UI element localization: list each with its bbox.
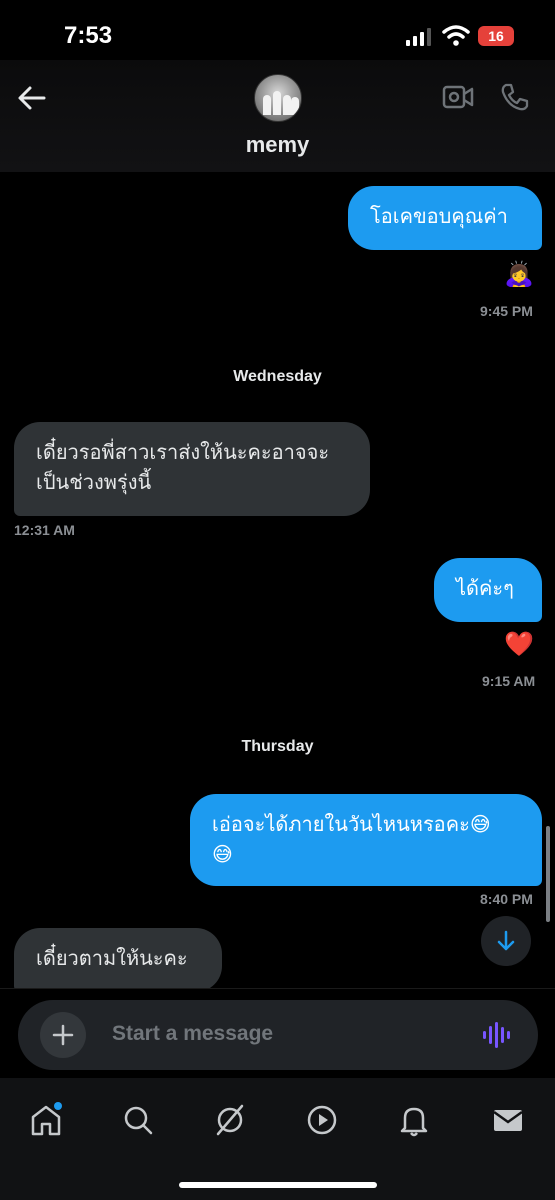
grok-icon — [216, 1104, 244, 1136]
scroll-to-bottom-button[interactable] — [481, 916, 531, 966]
incoming-message[interactable]: เดี๋ยวตามให้นะคะ — [14, 928, 222, 992]
back-arrow-icon[interactable] — [14, 80, 50, 116]
video-play-icon — [307, 1105, 337, 1135]
plus-icon — [52, 1024, 74, 1046]
bell-icon — [400, 1107, 428, 1137]
outgoing-message[interactable]: โอเคขอบคุณค่า — [348, 186, 542, 250]
message-timestamp: 9:45 PM — [480, 303, 533, 319]
tab-messages[interactable] — [488, 1100, 528, 1140]
home-icon — [31, 1102, 62, 1136]
status-time: 7:53 — [64, 22, 113, 49]
phone-call-icon[interactable] — [500, 82, 530, 112]
home-indicator[interactable] — [179, 1182, 377, 1188]
tab-search[interactable] — [118, 1100, 158, 1140]
message-timestamp: 12:31 AM — [14, 522, 75, 538]
message-input[interactable]: Start a message — [112, 1022, 273, 1046]
outgoing-message[interactable]: ได้ค่ะๆ — [434, 558, 542, 622]
message-composer[interactable]: Start a message — [18, 1000, 538, 1070]
tab-home[interactable] — [26, 1100, 66, 1140]
contact-avatar[interactable] — [254, 74, 302, 122]
search-icon — [124, 1106, 153, 1135]
outgoing-message[interactable]: เอ่อจะได้ภายในวันไหนหรอคะ😅 😅 — [190, 794, 542, 886]
tab-notifications[interactable] — [394, 1100, 434, 1140]
day-separator: Wednesday — [233, 368, 322, 385]
add-media-button[interactable] — [40, 1012, 86, 1058]
incoming-message[interactable]: เดี๋ยวรอพี่สาวเราส่งให้นะคะอาจจะ เป็นช่ว… — [14, 422, 370, 516]
contact-name[interactable]: memy — [0, 132, 555, 158]
battery-indicator: 16 — [478, 26, 514, 46]
message-timestamp: 9:15 AM — [482, 673, 536, 689]
conversation-header: memy — [0, 60, 555, 172]
scrollbar[interactable] — [546, 826, 550, 922]
message-reaction[interactable]: 🙇‍♀️ — [504, 260, 534, 289]
mail-icon — [493, 1110, 523, 1131]
cellular-signal-icon — [406, 28, 431, 46]
video-call-icon[interactable] — [442, 82, 474, 112]
message-reaction[interactable]: ❤️ — [504, 630, 534, 659]
message-timestamp: 8:40 PM — [480, 891, 533, 907]
wifi-icon — [442, 25, 470, 46]
arrow-down-icon — [497, 930, 515, 951]
tab-videos[interactable] — [302, 1100, 342, 1140]
tab-grok[interactable] — [210, 1100, 250, 1140]
day-separator: Thursday — [241, 738, 314, 755]
voice-wave-icon[interactable] — [482, 1020, 512, 1050]
